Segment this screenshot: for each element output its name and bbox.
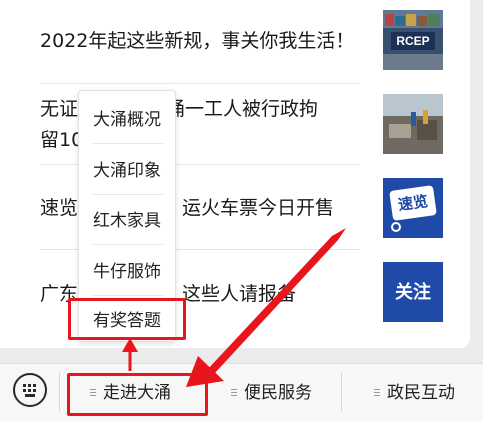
debris bbox=[389, 124, 411, 138]
thumb-label: 关注 bbox=[395, 282, 431, 303]
worker-figure bbox=[423, 110, 428, 124]
thumb-label: RCEP bbox=[391, 32, 435, 50]
submenu-divider bbox=[93, 143, 163, 144]
article-title-right: 这些人请报备 bbox=[182, 283, 297, 305]
tab-bianmin-fuwu[interactable]: 便民服务 bbox=[231, 381, 341, 405]
submenu-divider bbox=[93, 194, 163, 195]
tab-highlight-box bbox=[67, 373, 208, 416]
worker-figure bbox=[411, 112, 416, 126]
tab-divider bbox=[59, 372, 60, 412]
article-title-right: 运火车票今日开售 bbox=[182, 197, 335, 219]
menu-lines-icon bbox=[374, 389, 380, 396]
divider bbox=[40, 83, 360, 84]
submenu-divider bbox=[93, 244, 163, 245]
article-list: 2022年起这些新规，事关你我生活！ RCEP 无证伐 X，大涌一工人被行政拘 留… bbox=[0, 0, 470, 348]
container-block bbox=[417, 16, 427, 26]
submenu-divider bbox=[93, 295, 163, 296]
submenu-item-overview[interactable]: 大涌概况 bbox=[79, 108, 175, 132]
tab-zhengmin-hudong[interactable]: 政民互动 bbox=[374, 381, 474, 405]
quiz-highlight-box bbox=[68, 298, 186, 340]
container-block bbox=[406, 14, 416, 26]
article-thumbnail[interactable]: 速览 bbox=[383, 178, 443, 238]
tab-label: 政民互动 bbox=[387, 383, 455, 403]
article-title: 2022年起这些新规，事关你我生活！ bbox=[40, 30, 355, 52]
article-thumbnail[interactable]: RCEP bbox=[383, 10, 443, 70]
submenu-item-furniture[interactable]: 红木家具 bbox=[79, 209, 175, 233]
magnifier-icon bbox=[391, 222, 401, 232]
tab-label: 便民服务 bbox=[244, 383, 312, 403]
submenu-item-denim[interactable]: 牛仔服饰 bbox=[79, 260, 175, 284]
article-item-1[interactable]: 2022年起这些新规，事关你我生活！ bbox=[40, 26, 360, 57]
keyboard-keys bbox=[23, 384, 37, 397]
container-block bbox=[385, 14, 394, 26]
container-block bbox=[428, 14, 440, 26]
article-thumbnail[interactable]: 关注 bbox=[383, 262, 443, 322]
container-block bbox=[395, 16, 405, 26]
menu-lines-icon bbox=[231, 389, 237, 396]
keyboard-icon[interactable] bbox=[13, 373, 47, 407]
tab-divider bbox=[341, 372, 342, 412]
thumb-ground bbox=[383, 54, 443, 70]
submenu-item-impression[interactable]: 大涌印象 bbox=[79, 159, 175, 183]
article-thumbnail[interactable] bbox=[383, 94, 443, 154]
